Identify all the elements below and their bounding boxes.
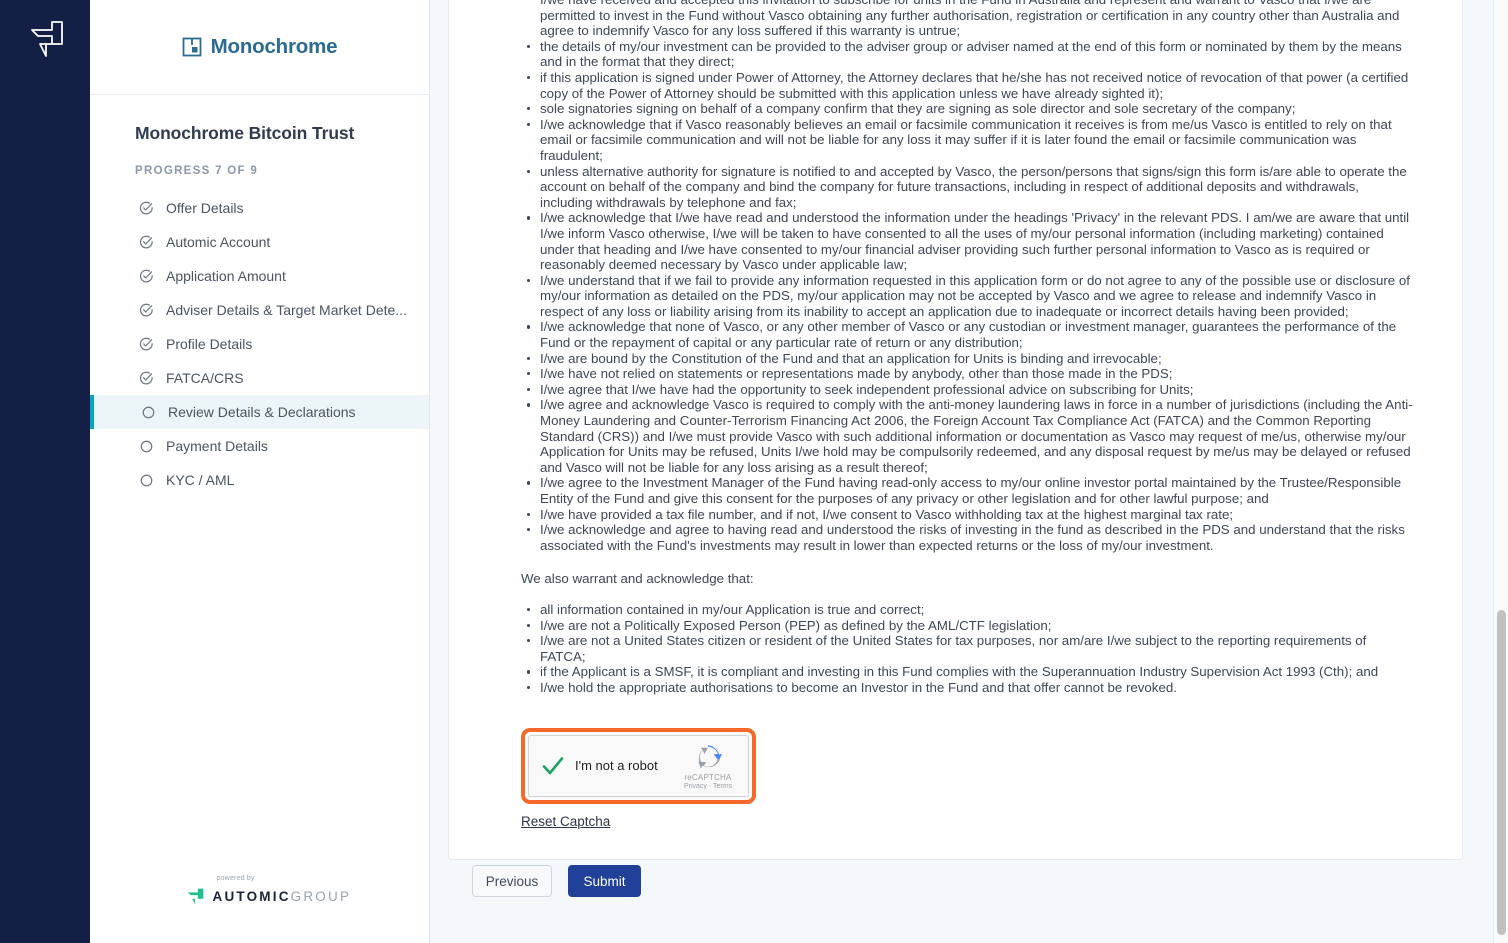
sidebar-item-fatca-crs[interactable]: FATCA/CRS	[90, 361, 429, 395]
progress-label: PROGRESS 7 OF 9	[135, 165, 259, 177]
recaptcha-widget[interactable]: I'm not a robot reCAPTCHA Privacy · Term…	[528, 734, 749, 797]
warranties-list: all information contained in my/our Appl…	[521, 602, 1414, 696]
sidebar-item-application-amount[interactable]: Application Amount	[90, 259, 429, 293]
declaration-item: I/we understand that if we fail to provi…	[521, 273, 1414, 320]
declaration-item: I/we acknowledge and agree to having rea…	[521, 522, 1414, 553]
check-circle-icon	[139, 303, 153, 316]
page-scrollbar-thumb[interactable]	[1497, 610, 1506, 935]
declaration-item: I/we are bound by the Constitution of th…	[521, 351, 1414, 367]
automic-arrow-logo-icon	[31, 21, 63, 57]
warrant-lead-text: We also warrant and acknowledge that:	[521, 571, 754, 587]
recaptcha-checkbox-label: I'm not a robot	[575, 758, 658, 774]
sidebar-item-label: Review Details & Declarations	[168, 404, 356, 420]
check-circle-icon	[139, 371, 153, 384]
page-title: Monochrome Bitcoin Trust	[135, 123, 355, 143]
warranty-item: all information contained in my/our Appl…	[521, 602, 1414, 618]
warranty-item: I/we are not a Politically Exposed Perso…	[521, 618, 1414, 634]
declaration-item: I/we agree and acknowledge Vasco is requ…	[521, 397, 1414, 475]
declaration-item: I/we acknowledge that none of Vasco, or …	[521, 319, 1414, 350]
captcha-highlight-ring: I'm not a robot reCAPTCHA Privacy · Term…	[521, 727, 756, 804]
check-circle-icon	[139, 269, 153, 282]
captcha-section: I'm not a robot reCAPTCHA Privacy · Term…	[521, 727, 1414, 831]
check-circle-icon	[139, 235, 153, 248]
check-circle-icon	[139, 201, 153, 214]
sidebar-item-label: KYC / AML	[166, 472, 235, 488]
sidebar-item-review-details-declarations[interactable]: Review Details & Declarations	[90, 395, 429, 429]
sidebar-item-label: Payment Details	[166, 438, 268, 454]
sidebar-footer: powered by AUTOMICGROUP	[90, 875, 429, 943]
declaration-item: the details of my/our investment can be …	[521, 39, 1414, 70]
empty-circle-icon	[142, 406, 155, 418]
sidebar-item-label: Profile Details	[166, 336, 253, 352]
sidebar-item-kyc-aml[interactable]: KYC / AML	[90, 463, 429, 497]
application-window: Monochrome Monochrome Bitcoin Trust PROG…	[0, 0, 1508, 943]
sidebar-item-profile-details[interactable]: Profile Details	[90, 327, 429, 361]
sidebar: Monochrome Monochrome Bitcoin Trust PROG…	[90, 0, 430, 943]
declaration-item: I/we agree that I/we have had the opport…	[521, 382, 1414, 398]
sidebar-item-label: Automic Account	[166, 234, 271, 250]
page-scrollbar[interactable]	[1493, 0, 1508, 943]
submit-button[interactable]: Submit	[568, 865, 641, 897]
automic-group-wordmark: AUTOMICGROUP	[212, 888, 352, 904]
declaration-item: I/we have not relied on statements or re…	[521, 366, 1414, 382]
reset-captcha-link[interactable]: Reset Captcha	[521, 814, 610, 829]
sidebar-item-automic-account[interactable]: Automic Account	[90, 225, 429, 259]
declarations-list: I/we have received and accepted this inv…	[521, 0, 1414, 553]
progress-nav: Offer Details Automic Account Applicatio…	[90, 191, 429, 497]
previous-button[interactable]: Previous	[472, 865, 552, 897]
recaptcha-legal-links[interactable]: Privacy · Terms	[679, 783, 737, 790]
sidebar-item-label: Adviser Details & Target Market Dete...	[166, 302, 407, 318]
recaptcha-branding: reCAPTCHA Privacy · Terms	[679, 742, 737, 790]
sidebar-item-payment-details[interactable]: Payment Details	[90, 429, 429, 463]
declaration-item: if this application is signed under Powe…	[521, 70, 1414, 101]
declaration-item: unless alternative authority for signatu…	[521, 164, 1414, 211]
app-rail	[0, 0, 90, 943]
brand-name: Monochrome	[210, 35, 338, 58]
sidebar-item-label: FATCA/CRS	[166, 370, 244, 386]
warranty-item: if the Applicant is a SMSF, it is compli…	[521, 664, 1414, 680]
sidebar-item-adviser-details[interactable]: Adviser Details & Target Market Dete...	[90, 293, 429, 327]
main-content: I/we have received and accepted this inv…	[430, 0, 1508, 943]
warranty-item: I/we are not a United States citizen or …	[521, 633, 1414, 664]
declaration-item: I/we have provided a tax file number, an…	[521, 507, 1414, 523]
warranty-item: I/we hold the appropriate authorisations…	[521, 680, 1414, 696]
declaration-item: I/we acknowledge that if Vasco reasonabl…	[521, 117, 1414, 164]
monochrome-square-icon	[182, 37, 202, 57]
checkmark-icon	[542, 756, 564, 774]
declaration-item: sole signatories signing on behalf of a …	[521, 101, 1414, 117]
automic-group-mark-icon	[187, 888, 203, 905]
sidebar-item-offer-details[interactable]: Offer Details	[90, 191, 429, 225]
sidebar-item-label: Application Amount	[166, 268, 286, 284]
empty-circle-icon	[140, 440, 153, 452]
empty-circle-icon	[140, 474, 153, 486]
declarations-card: I/we have received and accepted this inv…	[448, 0, 1463, 860]
declaration-item: I/we have received and accepted this inv…	[540, 0, 1400, 39]
declaration-item: I/we agree to the Investment Manager of …	[521, 475, 1414, 506]
recaptcha-logo-icon	[698, 744, 723, 769]
brand-header: Monochrome	[90, 0, 429, 95]
recaptcha-brand-name: reCAPTCHA	[684, 772, 732, 782]
form-actions: Previous Submit	[472, 865, 641, 897]
sidebar-item-label: Offer Details	[166, 200, 244, 216]
powered-by-label: powered by	[216, 875, 255, 882]
declaration-item: I/we acknowledge that I/we have read and…	[521, 210, 1414, 272]
check-circle-icon	[139, 337, 153, 350]
